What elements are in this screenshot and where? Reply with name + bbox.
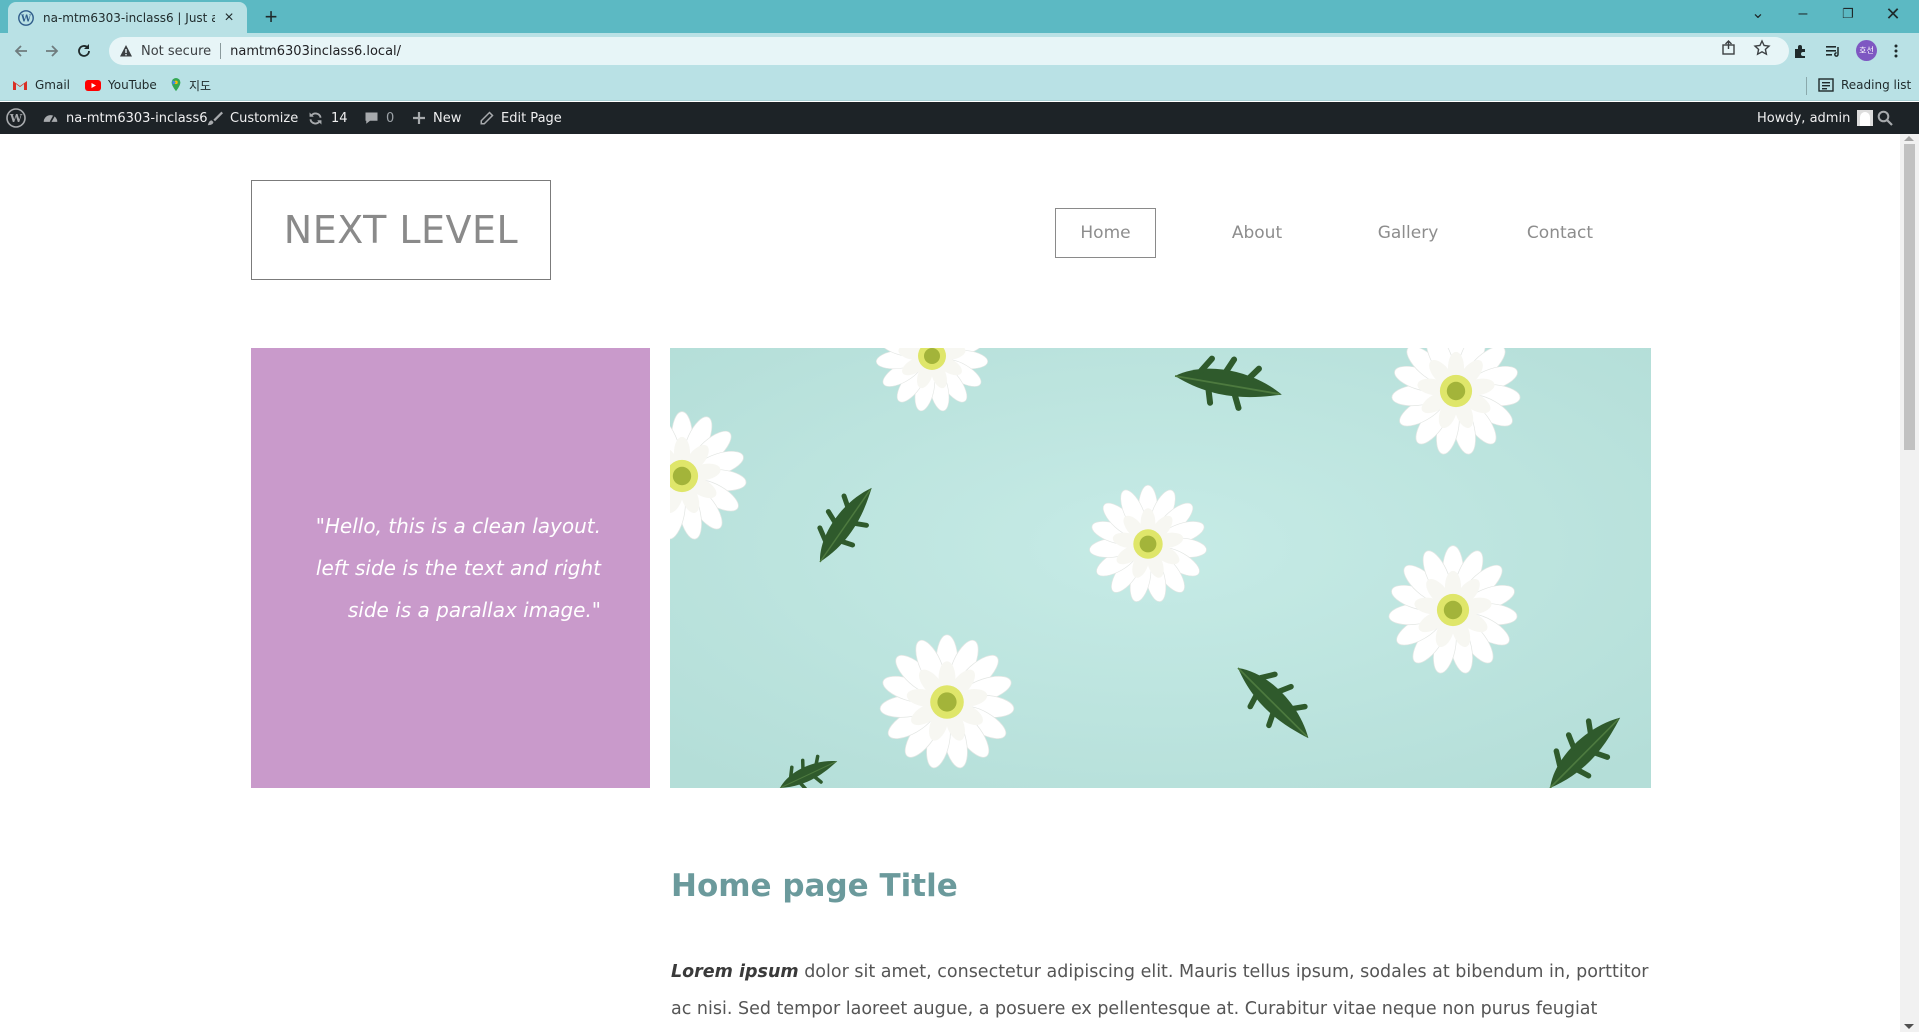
browser-toolbar: Not secure namtm6303inclass6.local/ [0, 33, 1919, 69]
body-rest: dolor sit amet, consectetur adipiscing e… [671, 962, 1649, 1019]
share-icon[interactable] [1720, 39, 1738, 57]
plus-icon [413, 112, 425, 124]
my-account-menu[interactable]: Howdy, admin [1757, 102, 1874, 134]
quote-line: left side is the text and right [315, 556, 601, 580]
close-window-button[interactable]: ✕ [1871, 0, 1915, 28]
admin-search[interactable] [1877, 102, 1900, 134]
bookmark-maps[interactable]: 지도 [170, 76, 211, 94]
gmail-icon [13, 81, 27, 90]
media-controls-icon[interactable] [1822, 40, 1844, 62]
bookmark-label: Gmail [35, 78, 71, 92]
reading-list-label: Reading list [1841, 78, 1912, 92]
flowers-illustration [670, 348, 1651, 788]
bookmark-youtube[interactable]: YouTube [85, 76, 157, 94]
scroll-down-arrow[interactable] [1904, 1024, 1914, 1029]
forward-button[interactable] [39, 38, 65, 64]
tab-close-icon[interactable]: × [221, 9, 237, 26]
svg-text:W: W [9, 112, 23, 125]
new-tab-button[interactable]: + [258, 4, 284, 30]
pencil-icon [480, 110, 494, 124]
admin-avatar [1857, 110, 1874, 126]
back-button[interactable] [8, 38, 34, 64]
quote-line: "Hello, this is a clean layout. [315, 514, 601, 538]
dashboard-icon [43, 114, 58, 122]
reload-button[interactable] [71, 38, 97, 64]
reload-icon [78, 44, 90, 57]
scroll-up-arrow[interactable] [1904, 136, 1914, 141]
site-page: NEXT LEVEL Home About Gallery Contact "H… [0, 134, 1900, 1032]
site-logo-text: NEXT LEVEL [283, 208, 519, 252]
forward-arrow-icon [46, 45, 59, 57]
wp-logo-menu[interactable]: W [6, 102, 33, 134]
new-label: New [433, 110, 462, 126]
nav-item-home[interactable]: Home [1055, 208, 1156, 258]
updates-count: 14 [331, 110, 348, 126]
url-text[interactable]: namtm6303inclass6.local/ [230, 44, 401, 59]
page-title: Home page Title [671, 868, 958, 904]
comment-icon [365, 112, 378, 124]
howdy-label: Howdy, admin [1757, 110, 1851, 126]
wordpress-favicon-icon: W [18, 9, 34, 26]
bookmark-star-icon[interactable] [1753, 39, 1771, 57]
scrollbar-thumb[interactable] [1904, 144, 1915, 450]
chrome-menu-icon[interactable] [1885, 40, 1907, 62]
comments-count: 0 [386, 110, 395, 126]
browser-tab-strip: W na-mtm6303-inclass6 | Just ano × + ⌄ –… [0, 0, 1919, 33]
bookmarks-divider [1806, 77, 1807, 95]
bookmark-gmail[interactable]: Gmail [12, 76, 70, 94]
not-secure-label[interactable]: Not secure [141, 44, 211, 59]
edit-page-link[interactable]: Edit Page [479, 102, 562, 134]
hero-image [670, 348, 1651, 788]
profile-avatar[interactable]: 호선 [1856, 40, 1877, 61]
reading-list-button[interactable]: Reading list [1818, 76, 1911, 94]
edit-page-label: Edit Page [501, 110, 562, 126]
nav-item-gallery[interactable]: Gallery [1360, 208, 1456, 258]
comments-link[interactable]: 0 [364, 102, 394, 134]
extensions-icon[interactable] [1789, 40, 1811, 62]
wordpress-icon: W [6, 108, 26, 128]
bookmark-label: YouTube [108, 78, 157, 92]
quote-text: "Hello, this is a clean layout. left sid… [309, 505, 601, 631]
warning-icon [120, 45, 132, 57]
bookmark-label: 지도 [189, 78, 212, 93]
nav-item-about[interactable]: About [1210, 208, 1304, 258]
tab-search-icon[interactable]: ⌄ [1736, 0, 1780, 28]
search-icon [1877, 110, 1893, 126]
body-lead-bold: Lorem ipsum [671, 962, 799, 982]
customize-label: Customize [230, 110, 299, 126]
updates-link[interactable]: 14 [307, 102, 348, 134]
back-arrow-icon [14, 45, 27, 57]
maps-icon [171, 78, 181, 92]
browser-tab-active[interactable]: W na-mtm6303-inclass6 | Just ano × [8, 2, 247, 33]
page-scrollbar[interactable] [1900, 134, 1919, 1032]
new-content-menu[interactable]: New [412, 102, 461, 134]
wp-admin-bar: W na-mtm6303-inclass6 Customize 14 0 New… [0, 102, 1919, 134]
customize-link[interactable]: Customize [207, 102, 298, 134]
omnibox-separator [220, 43, 222, 59]
tab-title: na-mtm6303-inclass6 | Just ano [43, 10, 215, 25]
quote-line: side is a parallax image." [347, 598, 601, 622]
reading-list-icon [1818, 78, 1834, 92]
minimize-button[interactable]: – [1781, 0, 1825, 28]
site-logo[interactable]: NEXT LEVEL [251, 180, 551, 280]
nav-item-contact[interactable]: Contact [1512, 208, 1608, 258]
bookmarks-bar: Gmail YouTube 지도 Reading list [0, 69, 1919, 101]
quote-panel: "Hello, this is a clean layout. left sid… [251, 348, 650, 788]
svg-text:W: W [20, 14, 32, 24]
page-body-text: Lorem ipsum dolor sit amet, consectetur … [671, 954, 1651, 1032]
restore-button[interactable]: ❐ [1826, 0, 1870, 28]
youtube-icon [85, 80, 101, 91]
brush-icon [207, 111, 223, 126]
address-bar[interactable]: Not secure namtm6303inclass6.local/ [109, 37, 1789, 65]
site-name-menu[interactable]: na-mtm6303-inclass6 [42, 102, 208, 134]
updates-icon [309, 112, 322, 124]
site-name: na-mtm6303-inclass6 [66, 110, 208, 126]
